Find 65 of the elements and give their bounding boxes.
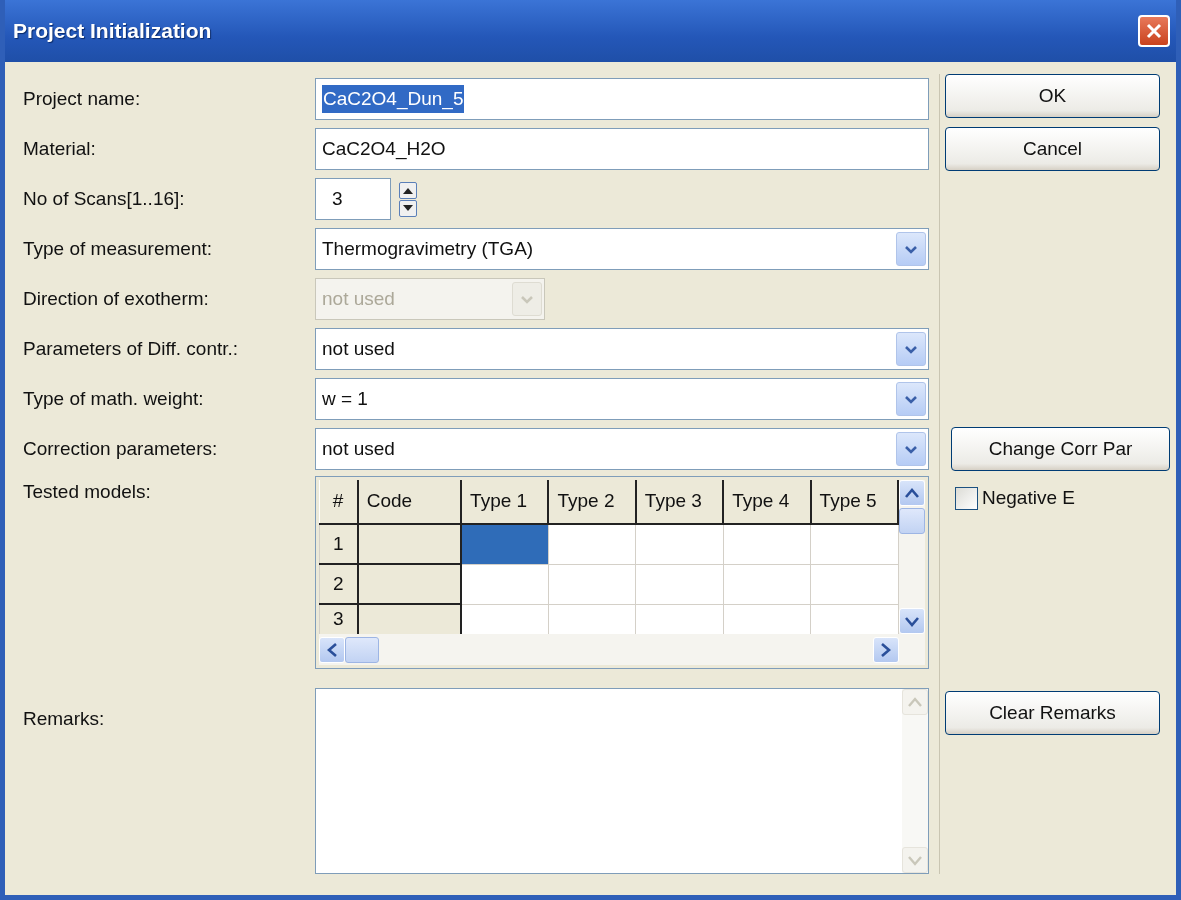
dropdown[interactable]: not used: [315, 428, 929, 470]
row-header: 3: [319, 604, 358, 634]
clear-remarks-button[interactable]: Clear Remarks: [945, 691, 1160, 735]
row-header: 1: [319, 524, 358, 564]
chevron-down-icon: [907, 854, 923, 866]
table-cell[interactable]: [635, 564, 724, 604]
window-title: Project Initialization: [13, 18, 212, 45]
dropdown[interactable]: not used: [315, 328, 929, 370]
number-field[interactable]: 3: [315, 178, 391, 220]
checkbox-label: Negative E: [982, 486, 1075, 510]
close-icon: [1145, 22, 1163, 40]
field-label: Correction parameters:: [22, 436, 219, 461]
code-cell[interactable]: [357, 524, 462, 564]
field-label: Remarks:: [22, 707, 106, 731]
column-header[interactable]: Type 1: [461, 480, 549, 524]
models-grid[interactable]: # Code Type 1 Type 2 Type 3 Type 4 Type 5 1 2 3: [315, 476, 929, 669]
code-cell[interactable]: [357, 604, 462, 634]
field-label: Type of math. weight:: [22, 386, 205, 411]
text-field[interactable]: CaC2O4_Dun_5: [315, 78, 929, 120]
dropdown[interactable]: w = 1: [315, 378, 929, 420]
spin-up-button[interactable]: [399, 181, 417, 199]
table-cell[interactable]: [548, 564, 636, 604]
chevron-up-icon: [904, 487, 920, 499]
dropdown[interactable]: Thermogravimetry (TGA): [315, 228, 929, 270]
field-label: Direction of exotherm:: [22, 286, 210, 311]
field-label: Material:: [22, 136, 97, 161]
up-arrow-icon: [403, 186, 413, 194]
column-header[interactable]: #: [319, 480, 358, 524]
field-label: Parameters of Diff. contr.:: [22, 336, 240, 361]
chevron-up-icon: [907, 696, 923, 708]
dialog-button[interactable]: Cancel: [945, 127, 1160, 171]
table-cell[interactable]: [810, 524, 898, 564]
column-header[interactable]: Type 3: [635, 480, 724, 524]
dropdown: not used: [315, 278, 545, 320]
table-cell[interactable]: [810, 564, 898, 604]
column-header[interactable]: Type 4: [723, 480, 811, 524]
scroll-right-button[interactable]: [873, 636, 899, 663]
field-label: Tested models:: [22, 480, 152, 504]
dialog-button[interactable]: OK: [945, 74, 1160, 118]
column-header[interactable]: Type 5: [810, 480, 898, 524]
change-corr-button[interactable]: Change Corr Par: [951, 427, 1170, 471]
column-header[interactable]: Type 2: [548, 480, 636, 524]
scroll-thumb[interactable]: [899, 508, 925, 534]
chevron-right-icon: [880, 641, 892, 658]
checkbox[interactable]: [955, 486, 978, 510]
table-cell[interactable]: [548, 524, 636, 564]
row-header: 2: [319, 564, 358, 604]
down-arrow-icon: [403, 204, 413, 212]
table-cell[interactable]: [461, 564, 549, 604]
code-cell[interactable]: [357, 564, 462, 604]
table-cell[interactable]: [723, 524, 811, 564]
chevron-down-icon: [904, 615, 920, 627]
field-label: Type of measurement:: [22, 236, 214, 261]
table-cell[interactable]: [461, 524, 549, 564]
table-cell[interactable]: [635, 524, 724, 564]
field-label: No of Scans[1..16]:: [22, 186, 186, 211]
table-cell[interactable]: [723, 564, 811, 604]
column-header[interactable]: Code: [357, 480, 462, 524]
scroll-thumb[interactable]: [345, 636, 379, 663]
field-label: Project name:: [22, 86, 142, 111]
text-field[interactable]: CaC2O4_H2O: [315, 128, 929, 170]
spin-down-button[interactable]: [399, 199, 417, 217]
scroll-left-button[interactable]: [319, 636, 345, 663]
close-button[interactable]: [1138, 15, 1170, 47]
chevron-left-icon: [326, 641, 338, 658]
